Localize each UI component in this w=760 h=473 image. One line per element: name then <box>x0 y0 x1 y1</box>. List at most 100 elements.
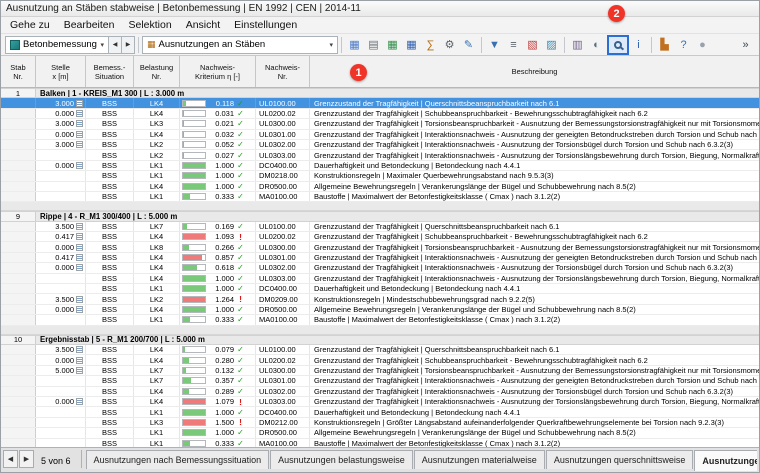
edit-icon[interactable]: ✎ <box>460 36 478 54</box>
nachweis-nr-cell: DR0500.00 <box>256 181 310 191</box>
table-row[interactable]: 0.000 BSS LK4 0.618 ✓ UL0302.00 Grenzzustand d… <box>1 263 759 274</box>
contrast-icon[interactable]: ◐ <box>588 36 606 54</box>
pin-icon[interactable]: ● <box>694 36 712 54</box>
table-row[interactable]: BSS LK4 1.000 ✓ DR0500.00 Allgemeine Bewehrun… <box>1 181 759 192</box>
table-row[interactable]: 3.500 BSS LK7 0.169 ✓ UL0100.00 Grenzzustand d… <box>1 221 759 233</box>
x-value: 0.000 <box>55 305 74 314</box>
table-row[interactable]: 0.000 BSS LK4 0.031 ✓ UL0200.02 Grenzzustand d… <box>1 108 759 120</box>
excel-export-icon[interactable]: ▦ <box>384 36 402 54</box>
criterion-bar-fill <box>183 296 205 302</box>
jump-to-graphic-icon[interactable]: ▦ <box>346 36 364 54</box>
table-row[interactable]: 0.000 BSS LK4 0.280 ✓ UL0200.02 Grenzzustand d… <box>1 355 759 366</box>
criterion-bar <box>182 387 206 395</box>
table-row[interactable]: 3.000 BSS LK3 0.021 ✓ UL0300.00 Grenzzustand d… <box>1 119 759 130</box>
table-row[interactable]: 0.417 BSS LK4 0.857 ✓ UL0301.00 Grenzzustand d… <box>1 252 759 264</box>
group-header-row[interactable]: 9 Rippe | 4 - R_M1 300/400 | L : 5.000 m <box>1 211 759 222</box>
menu-item-gehe-zu[interactable]: Gehe zu <box>3 18 57 32</box>
previous-table-button[interactable]: ◀ <box>109 35 122 54</box>
next-table-button[interactable]: ▶ <box>122 35 135 54</box>
print-icon[interactable]: ▤ <box>365 36 383 54</box>
search-icon[interactable] <box>606 34 629 55</box>
table-row[interactable]: 0.000 BSS LK1 1.000 ✓ DC0400.00 Dauerhaftigkei… <box>1 160 759 172</box>
result-details-icon[interactable] <box>76 130 83 138</box>
table-row[interactable]: BSS LK1 1.000 ✓ DC0400.00 Dauerhaftigkeit und… <box>1 284 759 295</box>
table-row[interactable]: 3.500 BSS LK4 0.079 ✓ UL0100.00 Grenzzustand d… <box>1 344 759 356</box>
result-details-icon[interactable] <box>76 295 83 303</box>
table-row[interactable]: BSS LK4 1.000 ✓ UL0303.00 Grenzzustand der Tr… <box>1 273 759 285</box>
filter-icon[interactable]: ▼ <box>486 36 504 54</box>
result-details-icon[interactable] <box>76 161 83 169</box>
table-row[interactable]: BSS LK1 1.000 ✓ DC0400.00 Dauerhaftigkeit und… <box>1 407 759 418</box>
stelle-cell: 0.000 <box>36 304 86 315</box>
table-row[interactable]: BSS LK7 0.357 ✓ UL0301.00 Grenzzustand der Tr… <box>1 376 759 387</box>
window-title: Ausnutzung an Stäben stabweise | Betonbe… <box>6 3 361 14</box>
result-details-icon[interactable] <box>76 233 83 241</box>
nachweis-kriterium-cell: 0.280 ✓ <box>180 355 256 365</box>
group-header-row[interactable]: 1 Balken | 1 - KREIS_M1 300 | L : 3.000 m <box>1 88 759 99</box>
table-row[interactable]: 0.417 BSS LK4 1.093! UL0200.02 Grenzzustand d… <box>1 232 759 243</box>
table-row[interactable]: 0.000 BSS LK4 1.079! UL0303.00 Grenzzustand d… <box>1 396 759 408</box>
table-row[interactable]: 3.000 BSS LK4 0.118 ✓ UL0100.00 Grenzzustand d… <box>1 98 759 109</box>
display-mode-icon[interactable]: ▥ <box>569 36 587 54</box>
table-row[interactable]: BSS LK1 0.333 ✓ MA0100.00 Baustoffe | Maximal… <box>1 315 759 326</box>
result-details-icon[interactable] <box>76 222 83 230</box>
result-details-icon[interactable] <box>76 356 83 364</box>
x-value: 3.500 <box>55 221 74 231</box>
result-bars-icon[interactable]: ▨ <box>543 36 561 54</box>
result-details-icon[interactable] <box>76 120 83 128</box>
result-details-icon[interactable] <box>76 306 83 313</box>
tab-ausnutzungen-stabweise[interactable]: Ausnutzungen stabweise <box>694 450 757 471</box>
menu-item-selektion[interactable]: Selektion <box>122 18 179 32</box>
result-details-icon[interactable] <box>76 398 83 406</box>
menu-item-ansicht[interactable]: Ansicht <box>179 18 227 32</box>
chart-icon[interactable]: ▙ <box>656 36 674 54</box>
table-row[interactable]: 0.000 BSS LK8 0.266 ✓ UL0300.00 Grenzzustand d… <box>1 242 759 253</box>
table-row[interactable]: BSS LK3 1.500! DM0212.00 Konstruktionsregeln… <box>1 417 759 429</box>
table-row[interactable]: BSS LK1 1.000 ✓ DR0500.00 Allgemeine Bewehrun… <box>1 428 759 439</box>
module-select[interactable]: Betonbemessung ▾ <box>5 35 109 54</box>
table-row[interactable]: 0.000 BSS LK4 1.000 ✓ DR0500.00 Allgemeine Bew… <box>1 304 759 316</box>
table-row[interactable]: BSS LK4 0.289 ✓ UL0302.00 Grenzzustand der Tr… <box>1 386 759 397</box>
criterion-value: 1.093 <box>215 232 234 242</box>
result-details-icon[interactable] <box>76 346 83 354</box>
table-row[interactable]: BSS LK1 0.333 ✓ MA0100.00 Baustoffe | Maximal… <box>1 438 759 447</box>
table-row[interactable]: BSS LK1 1.000 ✓ DM0218.00 Konstruktionsregeln… <box>1 171 759 182</box>
color-scale-icon[interactable]: ▧ <box>524 36 542 54</box>
overflow-chevron-icon[interactable]: » <box>737 36 755 54</box>
x-value: 3.000 <box>55 140 74 150</box>
result-details-icon[interactable] <box>76 243 83 251</box>
criterion-bar-fill <box>183 265 197 271</box>
nachweis-nr-cell: UL0302.00 <box>256 386 310 396</box>
settings-icon[interactable]: ⚙ <box>441 36 459 54</box>
export-table-icon[interactable]: ▦ <box>403 36 421 54</box>
info-icon[interactable]: i <box>630 36 648 54</box>
result-details-icon[interactable] <box>76 99 83 107</box>
tab-ausnutzungen-materialweise[interactable]: Ausnutzungen materialweise <box>413 450 545 469</box>
result-details-icon[interactable] <box>76 109 83 117</box>
sort-icon[interactable]: ≡ <box>505 36 523 54</box>
table-row[interactable]: 3.500 BSS LK2 1.264! DM0209.00 Konstruktionsr… <box>1 294 759 305</box>
table-row[interactable]: 3.000 BSS LK2 0.052 ✓ UL0302.00 Grenzzustand d… <box>1 139 759 151</box>
bemessungssituation-cell: BSS <box>86 98 134 108</box>
tab-ausnutzungen-querschnittsweise[interactable]: Ausnutzungen querschnittsweise <box>545 450 694 469</box>
table-select[interactable]: ▦ Ausnutzungen an Stäben ▾ <box>142 35 338 54</box>
table-row[interactable]: 0.000 BSS LK4 0.032 ✓ UL0301.00 Grenzzustand d… <box>1 129 759 140</box>
result-details-icon[interactable] <box>76 366 83 374</box>
sum-icon[interactable]: ∑ <box>422 36 440 54</box>
help-icon[interactable]: ? <box>675 36 693 54</box>
stab-nr-cell <box>1 191 36 202</box>
result-details-icon[interactable] <box>76 264 83 272</box>
group-header-row[interactable]: 10 Ergebnisstab | 5 - R_M1 200/700 | L : … <box>1 334 759 345</box>
table-row[interactable]: BSS LK2 0.027 ✓ UL0303.00 Grenzzustand der Tr… <box>1 150 759 161</box>
previous-tab-button[interactable]: ◀ <box>3 450 18 468</box>
result-details-icon[interactable] <box>76 141 83 149</box>
menu-item-einstellungen[interactable]: Einstellungen <box>227 18 304 32</box>
next-tab-button[interactable]: ▶ <box>19 450 34 468</box>
table-row[interactable]: 5.000 BSS LK7 0.132 ✓ UL0300.00 Grenzzustand d… <box>1 365 759 377</box>
tab-ausnutzungen-nach-bemessungssituation[interactable]: Ausnutzungen nach Bemessungssituation <box>85 450 270 469</box>
criterion-value: 0.079 <box>215 345 234 355</box>
tab-ausnutzungen-belastungsweise[interactable]: Ausnutzungen belastungsweise <box>270 450 413 469</box>
table-row[interactable]: BSS LK1 0.333 ✓ MA0100.00 Baustoffe | Maximal… <box>1 191 759 203</box>
menu-item-bearbeiten[interactable]: Bearbeiten <box>57 18 122 32</box>
result-details-icon[interactable] <box>76 254 83 262</box>
